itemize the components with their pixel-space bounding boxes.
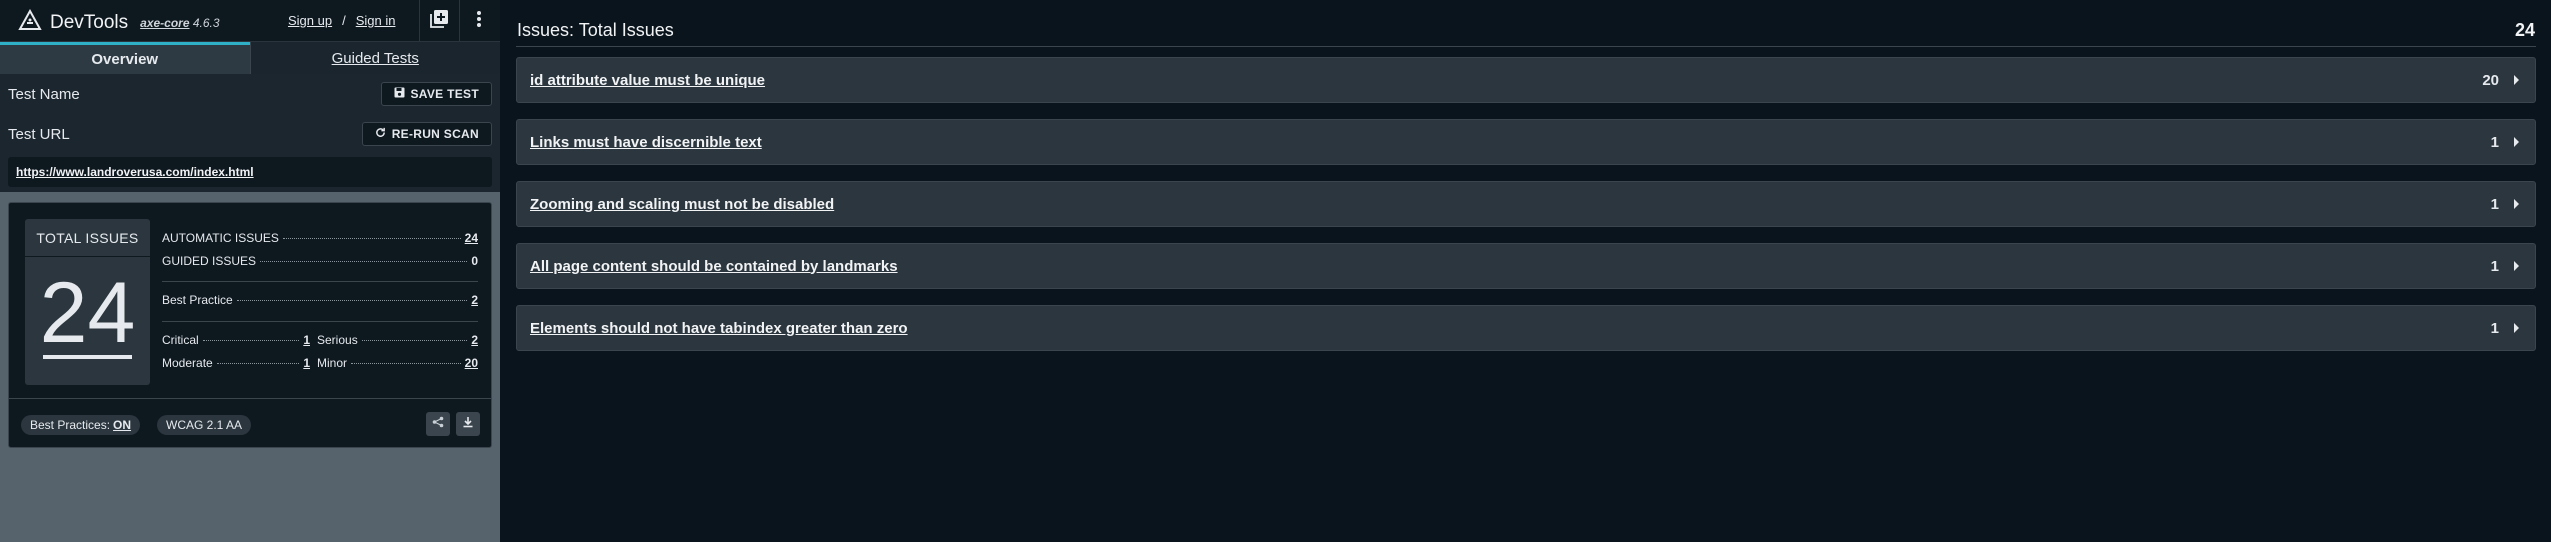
issue-count: 1 <box>2490 257 2499 275</box>
auth-links: Sign up / Sign in <box>288 13 395 28</box>
issues-panel: Issues: Total Issues 24 id attribute val… <box>500 0 2551 542</box>
summary-footer-divider <box>9 398 491 399</box>
save-test-button[interactable]: SAVE TEST <box>380 82 492 106</box>
best-practices-toggle-value: ON <box>113 418 132 432</box>
critical-stat: Critical 1 <box>162 333 310 347</box>
axe-logo-icon <box>18 8 42 36</box>
test-form: Test Name SAVE TEST Test URL RE-RUN SCAN… <box>0 74 500 192</box>
issue-count: 1 <box>2490 195 2499 213</box>
auth-separator: / <box>342 13 346 28</box>
critical-count[interactable]: 1 <box>303 333 310 347</box>
rerun-scan-button[interactable]: RE-RUN SCAN <box>361 122 492 146</box>
issues-panel-title: Issues: Total Issues <box>517 20 674 40</box>
issue-label: All page content should be contained by … <box>530 257 898 275</box>
top-bar: DevTools axe-core 4.6.3 Sign up / Sign in <box>0 0 500 42</box>
serious-count[interactable]: 2 <box>471 333 478 347</box>
divider <box>162 281 478 282</box>
serious-stat: Serious 2 <box>317 333 478 347</box>
sign-up-link[interactable]: Sign up <box>288 13 332 28</box>
best-practice-label: Best Practice <box>162 293 233 307</box>
issue-count: 1 <box>2490 319 2499 337</box>
total-issues-title: TOTAL ISSUES <box>25 219 150 257</box>
best-practice-count[interactable]: 2 <box>471 293 478 307</box>
guided-issues-stat: GUIDED ISSUES 0 <box>162 254 478 268</box>
sign-in-link[interactable]: Sign in <box>356 13 396 28</box>
chevron-right-icon <box>2514 323 2519 333</box>
wcag-standard-label: WCAG 2.1 AA <box>166 418 243 432</box>
issue-row[interactable]: Zooming and scaling must not be disabled… <box>516 181 2536 227</box>
brand: DevTools axe-core 4.6.3 <box>18 8 220 36</box>
guided-issues-count: 0 <box>471 254 478 268</box>
share-icon <box>432 415 444 433</box>
automatic-issues-stat: AUTOMATIC ISSUES 24 <box>162 231 478 245</box>
issue-label: Elements should not have tabindex greate… <box>530 319 908 337</box>
moderate-label: Moderate <box>162 356 213 370</box>
issue-label: id attribute value must be unique <box>530 71 766 89</box>
test-name-label: Test Name <box>8 85 80 103</box>
minor-stat: Minor 20 <box>317 356 478 370</box>
app-name: DevTools <box>50 11 129 33</box>
save-icon <box>394 87 405 101</box>
tab-overview[interactable]: Overview <box>0 42 250 74</box>
left-panel: DevTools axe-core 4.6.3 Sign up / Sign in … <box>0 0 500 542</box>
chevron-right-icon <box>2514 137 2519 147</box>
new-scan-button[interactable] <box>419 0 457 42</box>
test-url-row: Test URL RE-RUN SCAN <box>0 114 500 154</box>
issues-panel-divider <box>516 46 2536 47</box>
test-name-row: Test Name SAVE TEST <box>0 74 500 114</box>
minor-count[interactable]: 20 <box>465 356 478 370</box>
best-practices-toggle-label: Best Practices: <box>30 418 111 432</box>
guided-issues-label: GUIDED ISSUES <box>162 254 257 268</box>
tab-bar: Overview Guided Tests <box>0 42 500 74</box>
version-number: 4.6.3 <box>192 15 220 30</box>
issue-label: Links must have discernible text <box>530 133 762 151</box>
automatic-issues-label: AUTOMATIC ISSUES <box>162 231 279 245</box>
issues-summary-card: TOTAL ISSUES 24 AUTOMATIC ISSUES 24 GUIDE… <box>8 202 492 448</box>
issue-label: Zooming and scaling must not be disabled <box>530 195 835 213</box>
more-options-button[interactable] <box>459 0 497 42</box>
issue-row[interactable]: id attribute value must be unique 20 <box>516 57 2536 103</box>
critical-label: Critical <box>162 333 199 347</box>
test-url-label: Test URL <box>8 125 70 143</box>
best-practice-stat: Best Practice 2 <box>162 293 478 307</box>
issue-count: 20 <box>2482 71 2499 89</box>
total-issues-box[interactable]: TOTAL ISSUES 24 <box>25 219 150 385</box>
moderate-count[interactable]: 1 <box>303 356 310 370</box>
issue-row[interactable]: Links must have discernible text 1 <box>516 119 2536 165</box>
serious-label: Serious <box>317 333 358 347</box>
engine-name: axe-core <box>140 15 190 30</box>
chevron-right-icon <box>2514 261 2519 271</box>
divider <box>162 321 478 322</box>
rerun-scan-label: RE-RUN SCAN <box>391 127 479 141</box>
add-box-icon <box>429 9 449 34</box>
share-button[interactable] <box>426 412 450 436</box>
best-practices-toggle[interactable]: Best Practices: ON <box>21 415 141 435</box>
engine-version: axe-core 4.6.3 <box>140 16 219 30</box>
moderate-stat: Moderate 1 <box>162 356 310 370</box>
issue-count: 1 <box>2490 133 2499 151</box>
wcag-standard-badge[interactable]: WCAG 2.1 AA <box>157 415 252 435</box>
issues-panel-count: 24 <box>2514 20 2535 40</box>
automatic-issues-count[interactable]: 24 <box>465 231 478 245</box>
kebab-menu-icon <box>476 10 482 33</box>
chevron-right-icon <box>2514 199 2519 209</box>
minor-label: Minor <box>317 356 348 370</box>
save-test-label: SAVE TEST <box>410 87 479 101</box>
test-url-link[interactable]: https://www.landroverusa.com/index.html <box>8 157 492 187</box>
tab-guided-tests[interactable]: Guided Tests <box>249 42 500 74</box>
issue-row[interactable]: Elements should not have tabindex greate… <box>516 305 2536 351</box>
download-button[interactable] <box>456 412 480 436</box>
issue-row[interactable]: All page content should be contained by … <box>516 243 2536 289</box>
total-issues-count: 24 <box>39 265 136 361</box>
refresh-icon <box>375 127 386 141</box>
total-underline <box>43 355 132 359</box>
download-icon <box>462 415 474 433</box>
chevron-right-icon <box>2514 75 2519 85</box>
